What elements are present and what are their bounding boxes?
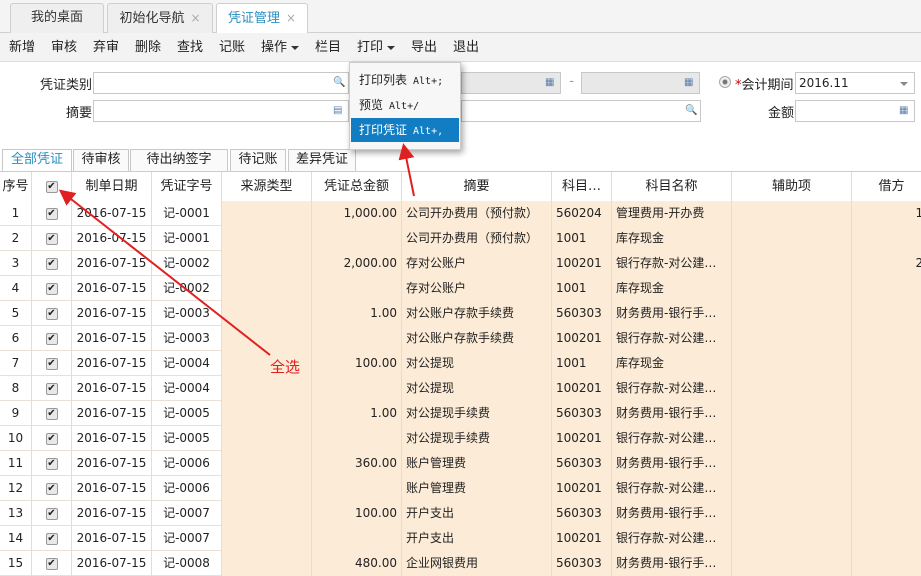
print-voucher-arrow <box>398 143 415 197</box>
select-all-annotation: 全选 <box>270 358 300 376</box>
annotation-overlay: 全选 <box>58 143 415 376</box>
select-all-arrow <box>58 189 271 356</box>
